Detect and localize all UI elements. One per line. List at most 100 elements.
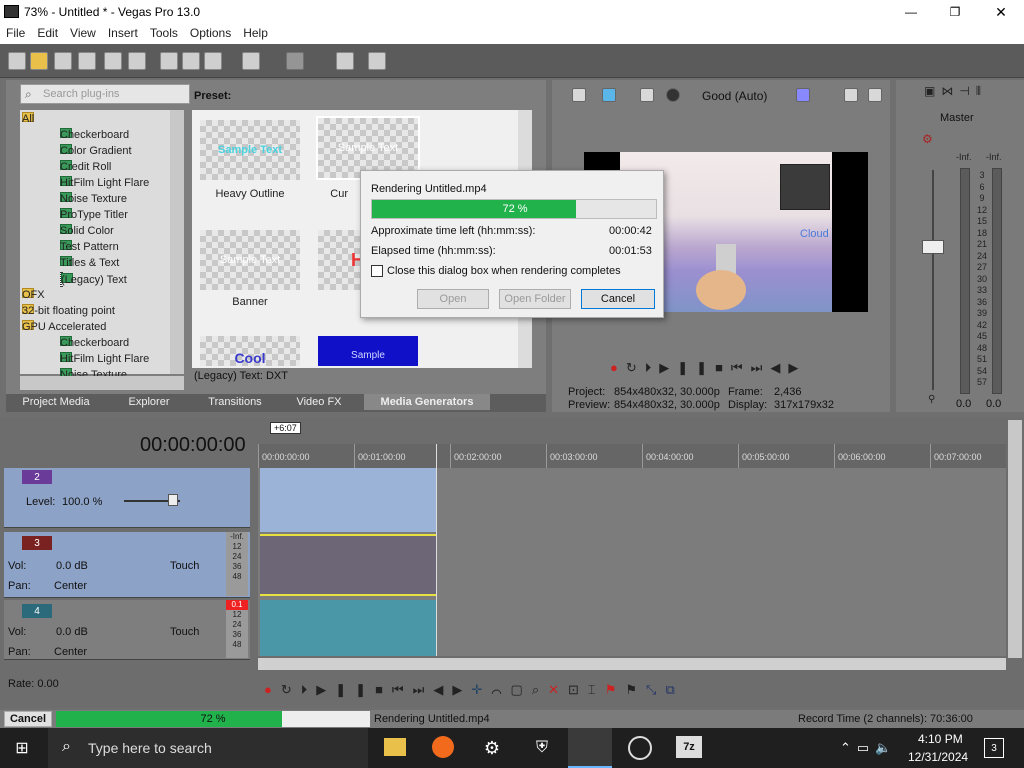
redo-icon[interactable] [286, 52, 304, 70]
quality-dropdown[interactable]: Good (Auto) [702, 89, 767, 103]
overlays-icon[interactable] [796, 88, 810, 102]
timeline-vscroll[interactable] [1008, 420, 1022, 658]
go-to-end-icon[interactable]: ⏭ [751, 360, 771, 375]
play-from-start-icon[interactable]: ⏵ [301, 682, 317, 697]
close-button[interactable]: ✕ [978, 0, 1024, 24]
master-fader-handle[interactable] [922, 240, 944, 254]
fx-icon[interactable] [640, 88, 654, 102]
split-icon[interactable]: ⌶ [588, 682, 605, 697]
go-to-end-icon[interactable]: ⏭ [413, 682, 434, 697]
marker-icon[interactable]: ⚑ [605, 682, 626, 697]
audio-event-3[interactable] [260, 534, 436, 596]
new-icon[interactable] [8, 52, 26, 70]
copy-icon[interactable] [182, 52, 200, 70]
cut-icon[interactable] [160, 52, 178, 70]
menu-help[interactable]: Help [237, 24, 274, 40]
close-when-done-checkbox[interactable] [371, 265, 383, 277]
timeline-hscroll[interactable] [258, 658, 1006, 670]
play-icon[interactable]: ▶ [316, 682, 335, 697]
prev-frame-icon[interactable]: ◀ [433, 682, 452, 697]
save-snapshot-icon[interactable] [868, 88, 882, 102]
status-cancel-button[interactable]: Cancel [4, 711, 52, 727]
tab-project-media[interactable]: Project Media [10, 394, 102, 410]
track-header-audio-4[interactable]: 4 Vol: 0.0 dB Pan: Center Touch 0.1 12 24… [4, 600, 250, 660]
video-event[interactable] [260, 468, 436, 532]
snapping-icon[interactable]: ⤡ [646, 682, 665, 697]
settings-icon[interactable]: ⚙ [480, 736, 504, 760]
vegas-taskbar-icon[interactable] [568, 728, 612, 768]
next-frame-icon[interactable]: ▶ [452, 682, 471, 697]
selection-tool-icon[interactable]: ▢ [511, 682, 532, 697]
obs-icon[interactable] [628, 736, 652, 760]
network-icon[interactable]: ▭ [857, 740, 875, 755]
meter-icon[interactable]: ⦀ [976, 84, 987, 98]
preset-thumb[interactable]: Sample [318, 336, 418, 366]
minimize-button[interactable]: — [888, 0, 934, 24]
security-icon[interactable]: ⛨ [530, 736, 554, 760]
render-icon[interactable] [104, 52, 122, 70]
pause-icon[interactable]: ❚❚ [677, 360, 715, 375]
undo-icon[interactable] [242, 52, 260, 70]
menu-edit[interactable]: Edit [31, 24, 64, 40]
preset-thumb[interactable]: H [318, 230, 364, 290]
delete-icon[interactable]: ✕ [548, 682, 568, 697]
clock-date[interactable]: 12/31/2024 [908, 750, 968, 764]
audio-event-4[interactable] [260, 600, 436, 656]
preset-thumb[interactable]: Sample Text [200, 120, 300, 180]
mute-icon[interactable]: ⊣ [959, 84, 975, 98]
tab-media-generators[interactable]: Media Generators [364, 394, 490, 410]
cancel-button[interactable]: Cancel [581, 289, 655, 309]
level-slider-handle[interactable] [168, 494, 178, 506]
chevron-up-icon[interactable]: ⌃ [840, 740, 857, 755]
save-as-icon[interactable] [78, 52, 96, 70]
loop-icon[interactable]: ↻ [626, 360, 645, 375]
tool-icon[interactable] [336, 52, 354, 70]
file-explorer-icon[interactable] [384, 738, 406, 756]
envelope-tool-icon[interactable]: ⌒ [491, 682, 510, 697]
tab-video-fx[interactable]: Video FX [278, 394, 360, 410]
tree-scrollbar[interactable] [170, 110, 184, 374]
trim-icon[interactable]: ⊡ [568, 682, 588, 697]
menu-file[interactable]: File [0, 24, 31, 40]
menu-insert[interactable]: Insert [102, 24, 144, 40]
copy-snapshot-icon[interactable] [844, 88, 858, 102]
record-icon[interactable]: ● [610, 360, 626, 375]
menu-view[interactable]: View [64, 24, 102, 40]
volume-icon[interactable]: 🔈 [875, 740, 897, 755]
help-icon[interactable] [368, 52, 386, 70]
master-fx-icon[interactable]: ⚙ [922, 132, 933, 146]
menu-tools[interactable]: Tools [144, 24, 184, 40]
open-icon[interactable] [30, 52, 48, 70]
pause-icon[interactable]: ❚❚ [335, 682, 375, 697]
search-input[interactable]: ⌕ Search plug-ins [20, 84, 190, 104]
auto-ripple-icon[interactable]: ⧉ [665, 682, 683, 697]
normal-edit-tool-icon[interactable]: ✛ [471, 682, 491, 697]
external-monitor-icon[interactable] [602, 88, 616, 102]
clock-time[interactable]: 4:10 PM [918, 732, 963, 746]
next-frame-icon[interactable]: ▶ [788, 360, 806, 375]
stop-icon[interactable]: ■ [375, 682, 392, 697]
save-icon[interactable] [54, 52, 72, 70]
track-header-audio-3[interactable]: 3 Vol: 0.0 dB Pan: Center Touch -Inf. 12… [4, 532, 250, 598]
preset-thumb[interactable]: Sample Text [316, 116, 420, 180]
tray-icons[interactable]: ⌃▭🔈 [840, 740, 897, 756]
go-to-start-icon[interactable]: ⏮ [392, 682, 413, 697]
downmix-icon[interactable]: ▣ [924, 84, 941, 98]
firefox-icon[interactable] [432, 736, 454, 758]
taskbar-search-box[interactable]: ⌕ Type here to search [48, 728, 368, 768]
automation-mode[interactable]: Touch [170, 560, 199, 572]
stop-icon[interactable]: ■ [715, 360, 731, 375]
paste-icon[interactable] [204, 52, 222, 70]
record-icon[interactable]: ● [264, 682, 281, 697]
project-properties-icon[interactable] [572, 88, 586, 102]
menu-options[interactable]: Options [184, 24, 237, 40]
windows-start-icon[interactable]: ⊞ [12, 738, 32, 758]
tree-hscroll[interactable] [20, 376, 184, 390]
zoom-tool-icon[interactable]: ⌕ [532, 682, 548, 697]
tab-explorer[interactable]: Explorer [106, 394, 192, 410]
lock-icon[interactable]: ⚲ [928, 394, 935, 405]
open-button[interactable]: Open [417, 289, 489, 309]
notification-icon[interactable]: 3 [984, 738, 1004, 758]
automation-mode[interactable]: Touch [170, 626, 199, 638]
open-folder-button[interactable]: Open Folder [499, 289, 571, 309]
